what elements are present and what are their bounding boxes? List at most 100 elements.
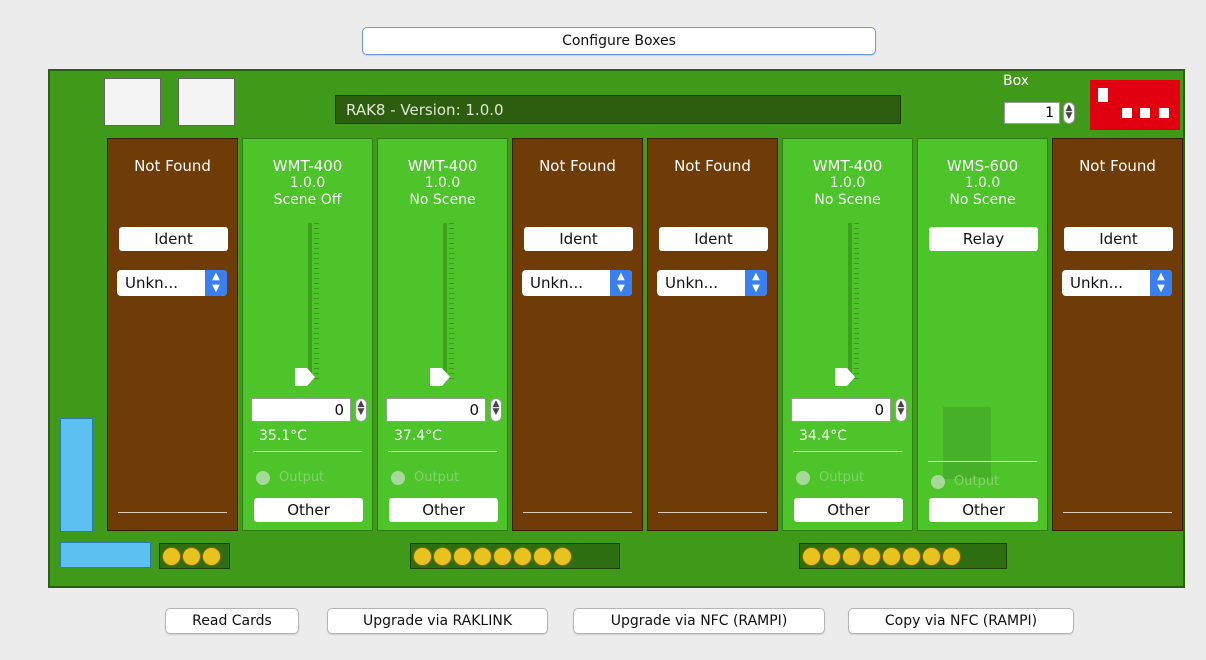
card-version: 1.0.0 [964,175,1001,191]
other-button[interactable]: Other [389,498,498,522]
select-arrows-icon: ▲ ▼ [745,270,767,296]
led-icon [902,546,921,566]
led-icon [162,546,181,566]
copy-nfc-button[interactable]: Copy via NFC (RAMPI) [848,608,1074,634]
led-bank-3 [159,543,230,569]
divider [1063,512,1172,513]
level-value-field[interactable]: 0 [791,398,891,422]
card-slot-5: Not Found Ident Unkn... ▲ ▼ [647,138,778,531]
card-type-select[interactable]: Unkn... ▲ ▼ [522,270,632,296]
configure-boxes-button[interactable]: Configure Boxes [362,27,876,55]
read-cards-button[interactable]: Read Cards [165,608,299,634]
select-arrows-icon: ▲ ▼ [610,270,632,296]
ident-button[interactable]: Ident [1064,227,1173,251]
board-square-left[interactable] [104,78,161,126]
temperature-readout: 35.1°C [259,428,307,444]
led-icon [822,546,841,566]
card-slot-3: WMT-400 1.0.0 No Scene 0 ▲ ▼ 37.4°C Outpu… [377,138,508,531]
card-slot-7: WMS-600 1.0.0 No Scene Relay Output Othe… [917,138,1048,531]
blue-connector-vertical [60,418,93,532]
slider-ticks [314,223,319,381]
led-icon [493,546,512,566]
output-indicator-icon [931,475,945,489]
card-version: 1.0.0 [289,175,326,191]
level-value-field[interactable]: 0 [251,398,351,422]
relay-button[interactable]: Relay [929,227,1038,251]
card-model: WMT-400 [272,157,343,175]
divider [388,451,497,452]
divider [928,461,1037,462]
card-type-select[interactable]: Unkn... ▲ ▼ [1062,270,1172,296]
led-icon [882,546,901,566]
divider [523,512,632,513]
card-scene: No Scene [949,192,1016,208]
card-version: 1.0.0 [829,175,866,191]
slider-ticks [449,223,454,381]
box-stepper[interactable]: ▲ ▼ [1063,102,1075,124]
slider-thumb[interactable] [430,368,450,386]
card-scene: Scene Off [273,192,342,208]
dip-switch-1 [1098,88,1108,102]
level-stepper[interactable]: ▲ ▼ [895,398,907,422]
led-icon [842,546,861,566]
led-icon [433,546,452,566]
led-icon [922,546,941,566]
card-slot-1: Not Found Ident Unkn... ▲ ▼ [107,138,238,531]
led-bank-8-right [799,543,1007,569]
dip-switch-4 [1159,108,1169,118]
blue-connector-horizontal [60,542,151,568]
level-stepper[interactable]: ▲ ▼ [355,398,367,422]
card-version: 1.0.0 [424,175,461,191]
divider [118,512,227,513]
level-slider-track[interactable] [848,223,852,381]
output-label: Output [954,474,1000,489]
box-label: Box [1003,73,1030,89]
card-model: WMT-400 [407,157,478,175]
level-slider-track[interactable] [308,223,312,381]
dip-switch[interactable] [1090,80,1180,130]
divider [253,451,362,452]
output-label: Output [279,470,325,485]
card-type-select[interactable]: Unkn... ▲ ▼ [657,270,767,296]
led-icon [553,546,572,566]
led-icon [942,546,961,566]
temperature-readout: 34.4°C [799,428,847,444]
card-scene: No Scene [814,192,881,208]
other-button[interactable]: Other [929,498,1038,522]
led-icon [453,546,472,566]
level-stepper[interactable]: ▲ ▼ [490,398,502,422]
ident-button[interactable]: Ident [524,227,633,251]
led-bank-8-left [410,543,620,569]
other-button[interactable]: Other [794,498,903,522]
relay-shade [943,407,991,479]
level-value-field[interactable]: 0 [386,398,486,422]
led-icon [202,546,221,566]
output-indicator-icon [796,471,810,485]
slider-thumb[interactable] [295,368,315,386]
card-slot-6: WMT-400 1.0.0 No Scene 0 ▲ ▼ 34.4°C Outpu… [782,138,913,531]
board-square-right[interactable] [178,78,235,126]
ident-button[interactable]: Ident [119,227,228,251]
slider-thumb[interactable] [835,368,855,386]
temperature-readout: 37.4°C [394,428,442,444]
card-status: Not Found [539,157,616,175]
card-slot-8: Not Found Ident Unkn... ▲ ▼ [1052,138,1183,531]
box-number-field[interactable]: 1 [1004,102,1060,124]
level-slider-track[interactable] [443,223,447,381]
card-type-select[interactable]: Unkn... ▲ ▼ [117,270,227,296]
led-icon [862,546,881,566]
slider-ticks [854,223,859,381]
upgrade-raklink-button[interactable]: Upgrade via RAKLINK [327,608,548,634]
upgrade-nfc-button[interactable]: Upgrade via NFC (RAMPI) [573,608,825,634]
card-status: Not Found [674,157,751,175]
other-button[interactable]: Other [254,498,363,522]
card-model: WMS-600 [946,157,1019,175]
output-indicator-icon [391,471,405,485]
ident-button[interactable]: Ident [659,227,768,251]
select-arrows-icon: ▲ ▼ [1150,270,1172,296]
led-icon [513,546,532,566]
output-label: Output [414,470,460,485]
led-icon [533,546,552,566]
dip-switch-3 [1140,108,1150,118]
output-label: Output [819,470,865,485]
